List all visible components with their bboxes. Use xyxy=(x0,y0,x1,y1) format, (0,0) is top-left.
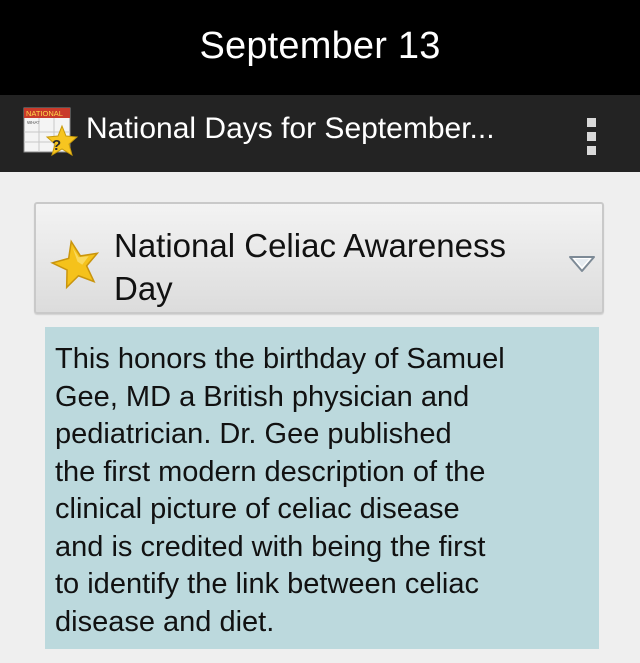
dropdown-arrow-icon xyxy=(569,256,595,272)
action-bar: NATIONAL WHAT ? National Days for Septem… xyxy=(0,95,640,172)
spinner-selected-label: National Celiac Awareness Day xyxy=(114,227,506,307)
national-day-spinner[interactable]: National Celiac Awareness Day xyxy=(34,202,604,314)
description-panel: This honors the birthday of Samuel Gee, … xyxy=(45,327,599,649)
app-icon-what-text: WHAT xyxy=(27,120,40,125)
overflow-menu-icon xyxy=(587,118,596,127)
app-title: National Days for September... xyxy=(86,112,495,145)
national-what-day-calendar-icon[interactable]: NATIONAL WHAT ? xyxy=(22,104,78,160)
description-text: This honors the birthday of Samuel Gee, … xyxy=(55,343,505,638)
overflow-menu-icon xyxy=(587,146,596,155)
app-icon-national-text: NATIONAL xyxy=(26,109,63,118)
app-icon-question-text: ? xyxy=(52,137,61,154)
title-bar: September 13 xyxy=(0,0,640,95)
overflow-menu-icon xyxy=(587,132,596,141)
overflow-menu-button[interactable] xyxy=(572,105,612,161)
page-title: September 13 xyxy=(199,24,441,67)
content-area: National Celiac Awareness Day This honor… xyxy=(0,172,640,663)
star-icon xyxy=(50,239,100,290)
